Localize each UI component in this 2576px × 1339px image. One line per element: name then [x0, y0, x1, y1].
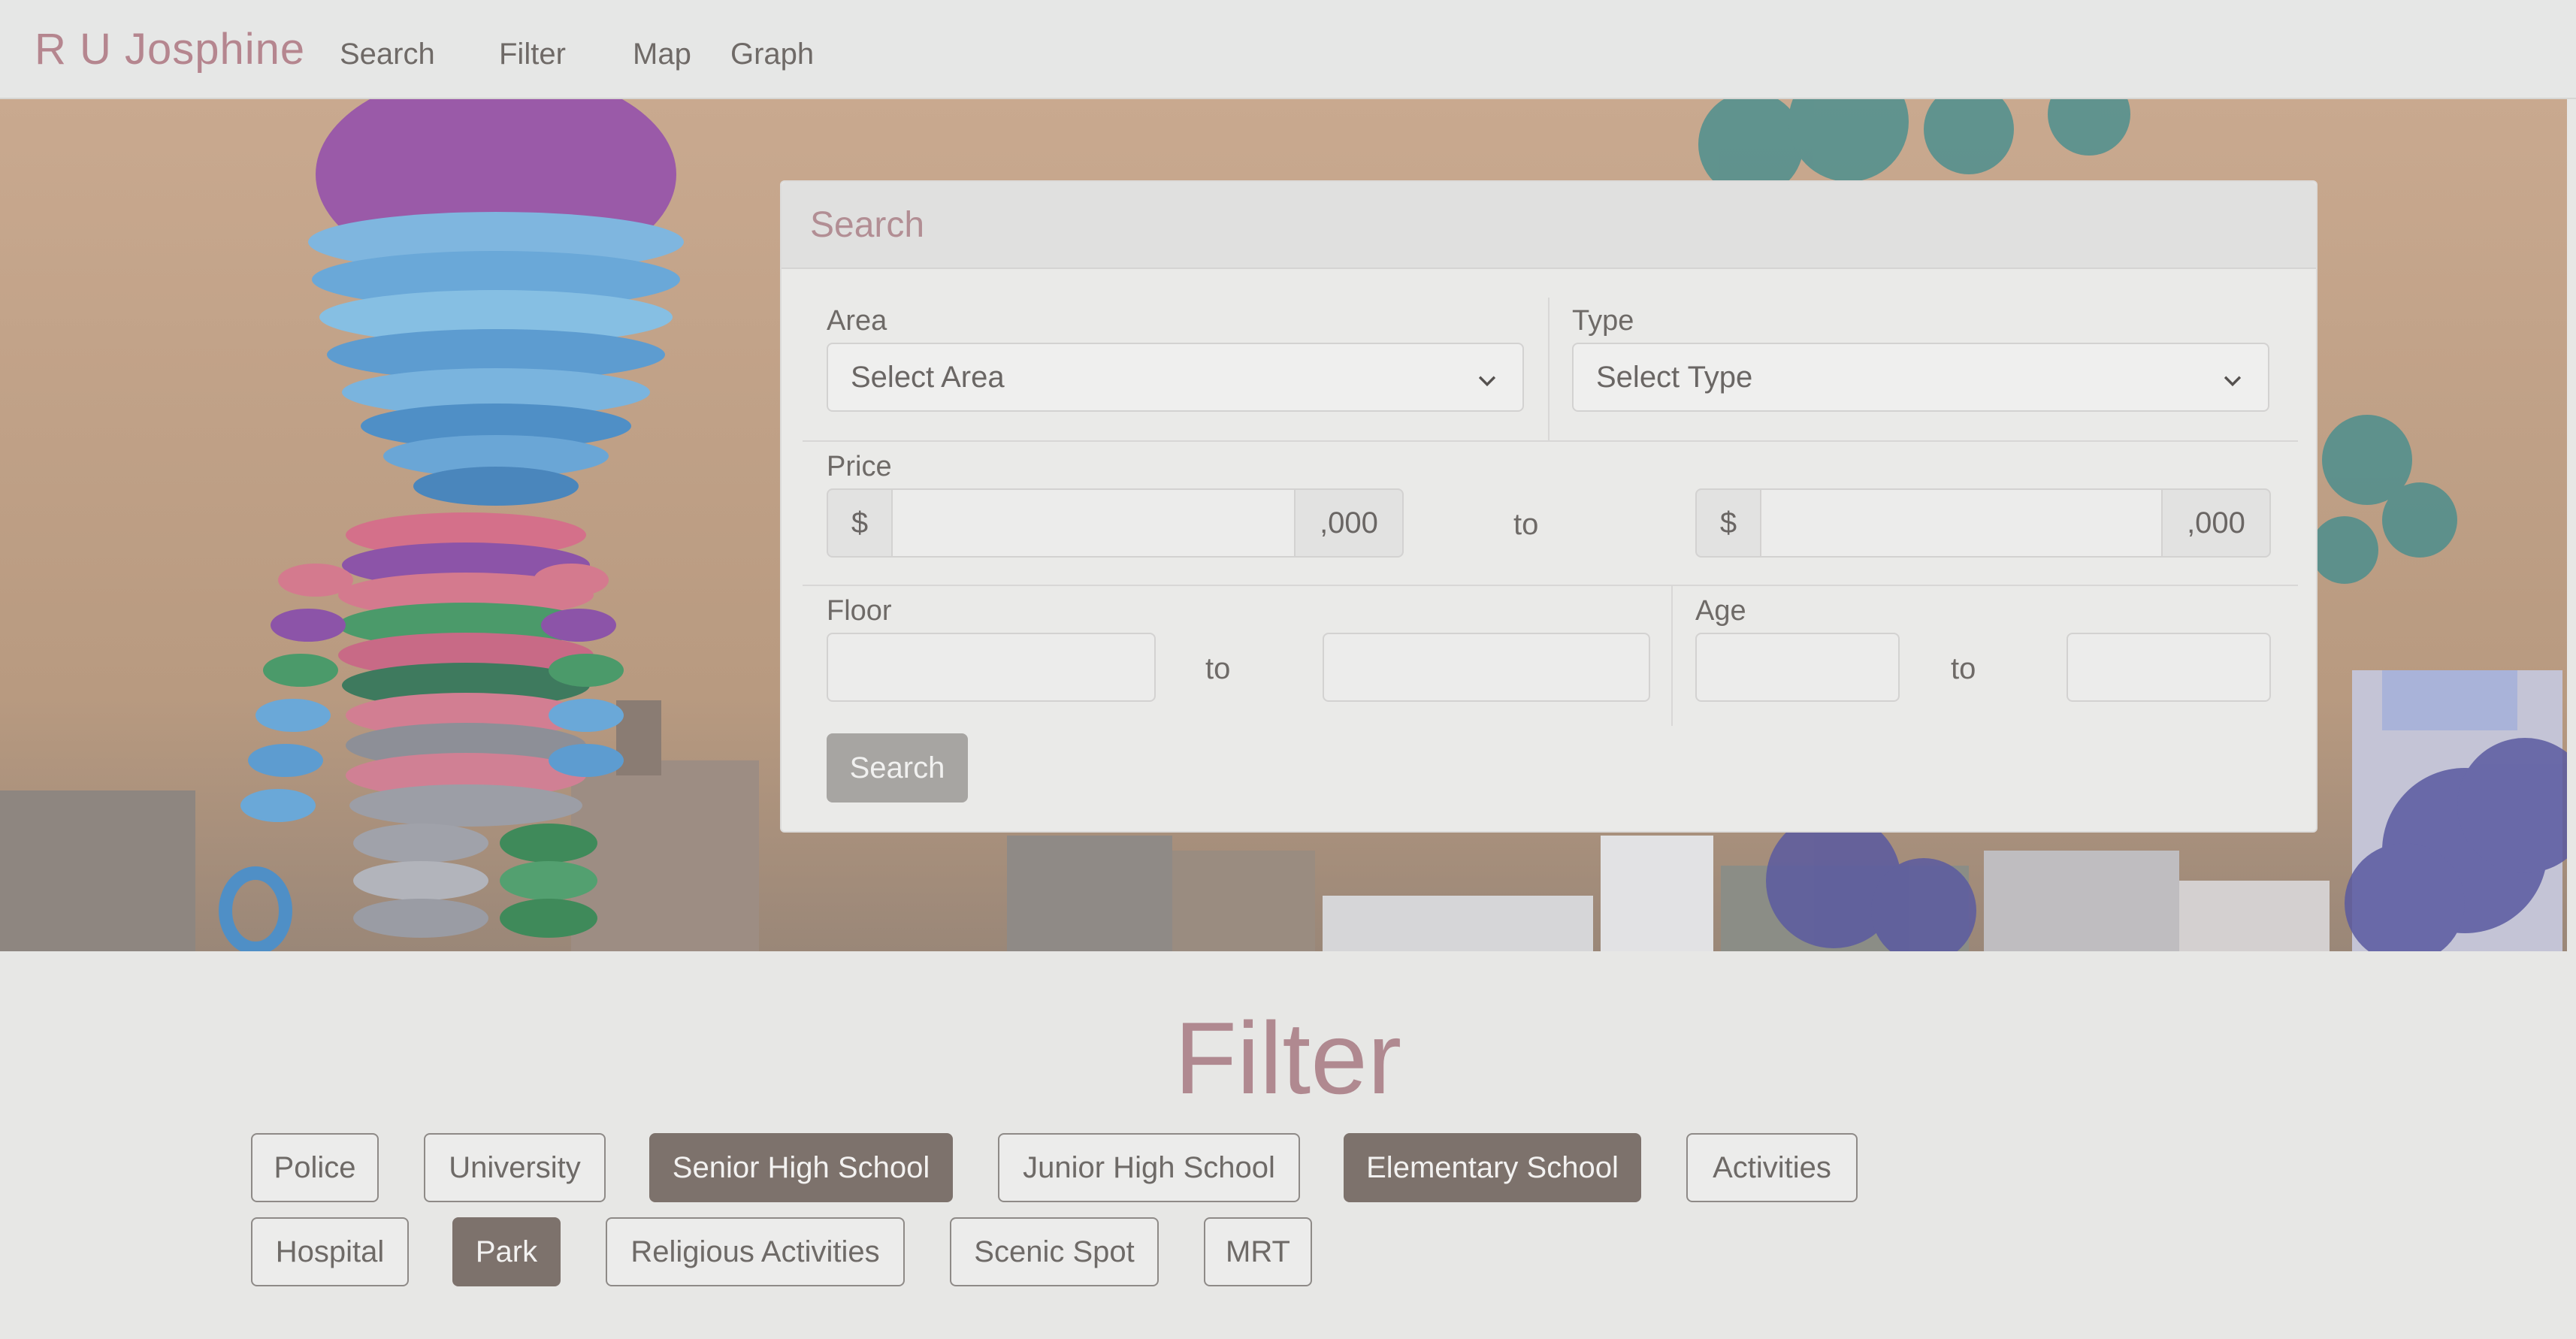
filter-chip-elementary-school[interactable]: Elementary School — [1344, 1133, 1641, 1202]
floor-max-input[interactable] — [1323, 633, 1650, 702]
divider — [803, 440, 2298, 442]
nav-map-link[interactable]: Map — [633, 38, 691, 71]
price-min-suffix: ,000 — [1294, 488, 1404, 558]
age-min-input[interactable] — [1695, 633, 1900, 702]
search-button[interactable]: Search — [827, 733, 968, 802]
floor-min-input[interactable] — [827, 633, 1156, 702]
chevron-down-icon — [1474, 367, 1500, 400]
type-label: Type — [1572, 305, 1634, 337]
filter-chip-scenic-spot[interactable]: Scenic Spot — [950, 1217, 1159, 1286]
floor-label: Floor — [827, 595, 892, 627]
filter-chip-university[interactable]: University — [424, 1133, 606, 1202]
filter-chip-junior-high-school[interactable]: Junior High School — [998, 1133, 1300, 1202]
area-select[interactable]: Select Area — [827, 343, 1524, 412]
filter-chip-hospital[interactable]: Hospital — [251, 1217, 409, 1286]
price-max-input[interactable] — [1760, 488, 2163, 558]
area-select-value: Select Area — [851, 360, 1005, 394]
filter-chip-activities[interactable]: Activities — [1686, 1133, 1858, 1202]
search-panel: Search Area Select Area Type Select Type… — [780, 180, 2317, 833]
chevron-down-icon — [2220, 367, 2245, 400]
navbar: R U Josphine Search Filter Map Graph — [0, 0, 2576, 99]
type-select[interactable]: Select Type — [1572, 343, 2269, 412]
filter-chip-park[interactable]: Park — [452, 1217, 561, 1286]
filter-title: Filter — [1174, 1001, 1402, 1115]
divider — [1671, 586, 1673, 726]
type-select-value: Select Type — [1596, 360, 1753, 394]
filter-chip-mrt[interactable]: MRT — [1204, 1217, 1312, 1286]
filter-chip-religious-activities[interactable]: Religious Activities — [606, 1217, 905, 1286]
divider — [1548, 298, 1550, 440]
price-min-input[interactable] — [891, 488, 1296, 558]
search-panel-title: Search — [782, 182, 2316, 269]
price-max-suffix: ,000 — [2161, 488, 2271, 558]
price-label: Price — [827, 451, 892, 482]
age-to-label: to — [1951, 652, 1976, 685]
age-label: Age — [1695, 595, 1746, 627]
nav-graph-link[interactable]: Graph — [730, 38, 814, 71]
price-min-prefix: $ — [827, 488, 893, 558]
age-max-input[interactable] — [2067, 633, 2271, 702]
filter-chip-police[interactable]: Police — [251, 1133, 379, 1202]
brand-logo[interactable]: R U Josphine — [35, 24, 305, 74]
price-to-label: to — [1513, 508, 1539, 541]
divider — [803, 585, 2298, 586]
filter-chip-senior-high-school[interactable]: Senior High School — [649, 1133, 953, 1202]
nav-filter-link[interactable]: Filter — [499, 38, 566, 71]
area-label: Area — [827, 305, 887, 337]
nav-search-link[interactable]: Search — [340, 38, 435, 71]
price-max-prefix: $ — [1695, 488, 1761, 558]
floor-to-label: to — [1205, 652, 1231, 685]
